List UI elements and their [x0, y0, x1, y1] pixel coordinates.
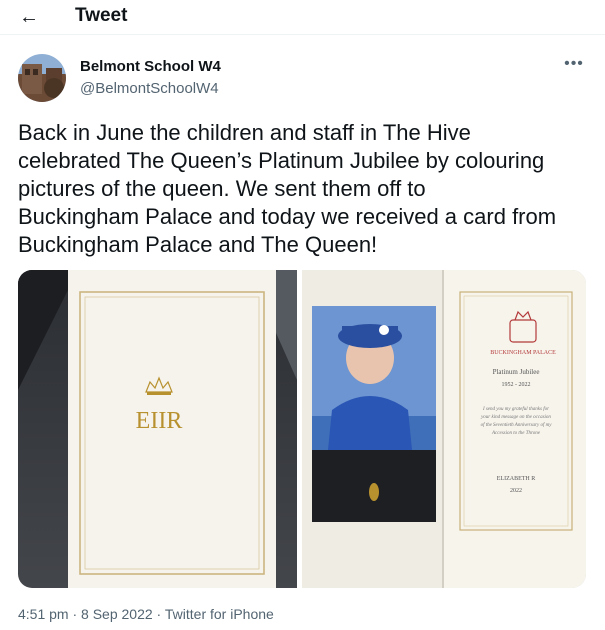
card-message-line: of the Seventieth Anniversary of my [481, 423, 553, 428]
avatar[interactable] [18, 54, 66, 102]
card-sign-year: 2022 [510, 488, 522, 494]
card-message-line: I send you my grateful thanks for [482, 407, 549, 412]
author-name[interactable]: Belmont School W4 [80, 58, 221, 75]
tweet-source: Twitter for iPhone [164, 606, 274, 622]
meta-separator: · [152, 606, 165, 622]
card-monogram: EIIR [136, 408, 183, 434]
tweet-photo-card-inside[interactable]: BUCKINGHAM PALACE Platinum Jubilee 1952 … [302, 270, 586, 588]
more-horizontal-icon[interactable]: ••• [560, 54, 588, 78]
tweet-text: Back in June the children and staff in T… [18, 120, 557, 257]
card-years: 1952 - 2022 [502, 382, 531, 388]
tweet-meta: 4:51 pm · 8 Sep 2022 · Twitter for iPhon… [18, 606, 274, 622]
top-bar: ← Tweet [0, 0, 605, 34]
card-palace-label: BUCKINGHAM PALACE [490, 350, 556, 356]
page-title: Tweet [75, 5, 128, 26]
author-handle[interactable]: @BelmontSchoolW4 [80, 80, 219, 97]
tweet-photo-card-front[interactable]: EIIR [18, 270, 297, 588]
meta-separator: · [68, 606, 82, 622]
back-arrow-icon[interactable]: ← [14, 4, 44, 30]
card-signature: ELIZABETH R [497, 476, 536, 482]
card-heading: Platinum Jubilee [493, 368, 540, 376]
tweet-time[interactable]: 4:51 pm [18, 606, 69, 622]
card-message-line: Accession to the Throne [491, 431, 541, 436]
card-message-line: your kind message on the occasion [480, 415, 551, 420]
header-divider [0, 34, 605, 35]
tweet-date[interactable]: 8 Sep 2022 [81, 606, 153, 622]
